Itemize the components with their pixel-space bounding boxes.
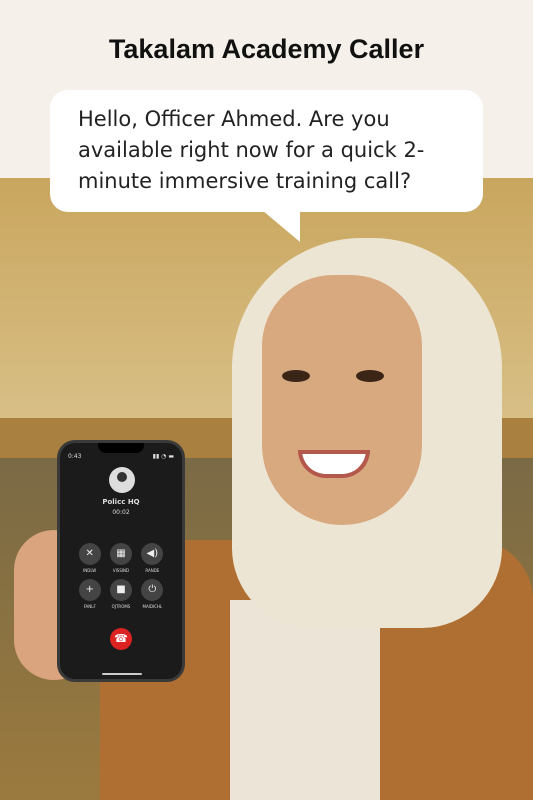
call-button-mute[interactable]: ✕ INDLW (74, 543, 105, 573)
button-label: VISSIND (112, 568, 130, 573)
button-label: INDLW (83, 568, 97, 573)
end-call-button[interactable]: ☎ (110, 628, 132, 650)
button-label: MAIDICHL (142, 604, 163, 609)
phone-notch (98, 443, 144, 453)
add-call-icon: + (78, 579, 101, 601)
mute-icon: ✕ (78, 543, 101, 565)
page-title: Takalam Academy Caller (108, 34, 425, 64)
call-duration: 00:02 (112, 509, 130, 516)
button-label: OJTROMS (111, 604, 131, 609)
call-controls: ✕ INDLW ▦ VISSIND ◀) RANDE + FANLF ■ OJTROMS … (74, 543, 168, 609)
call-button-add[interactable]: + FANLF (74, 579, 105, 609)
caller-avatar-icon (109, 467, 135, 493)
left-eye (282, 370, 310, 382)
button-label: FANLF (83, 604, 96, 609)
status-time: 0:43 (68, 453, 82, 460)
speech-bubble-tail (262, 210, 300, 242)
status-bar: 0:43 ▮▮ ◔ ▬ (68, 453, 174, 460)
video-icon: ■ (109, 579, 132, 601)
speaker-icon: ◀) (141, 543, 164, 565)
home-indicator (102, 673, 142, 675)
button-label: RANDE (145, 568, 160, 573)
keypad-icon: ▦ (109, 543, 132, 565)
right-eye (356, 370, 384, 382)
caller-name: Policc HQ (102, 498, 140, 506)
signal-icon: ▮▮ ◔ ▬ (152, 453, 174, 460)
hold-icon: ⏻ (141, 579, 164, 601)
call-button-video[interactable]: ■ OJTROMS (105, 579, 136, 609)
shirt (230, 600, 380, 800)
call-button-hold[interactable]: ⏻ MAIDICHL (137, 579, 168, 609)
call-button-keypad[interactable]: ▦ VISSIND (105, 543, 136, 573)
speech-bubble: Hello, Officer Ahmed. Are you available … (50, 90, 483, 212)
face (262, 275, 422, 525)
smartphone: 0:43 ▮▮ ◔ ▬ Policc HQ 00:02 ✕ INDLW ▦ VISSI… (57, 440, 185, 682)
call-button-speaker[interactable]: ◀) RANDE (137, 543, 168, 573)
